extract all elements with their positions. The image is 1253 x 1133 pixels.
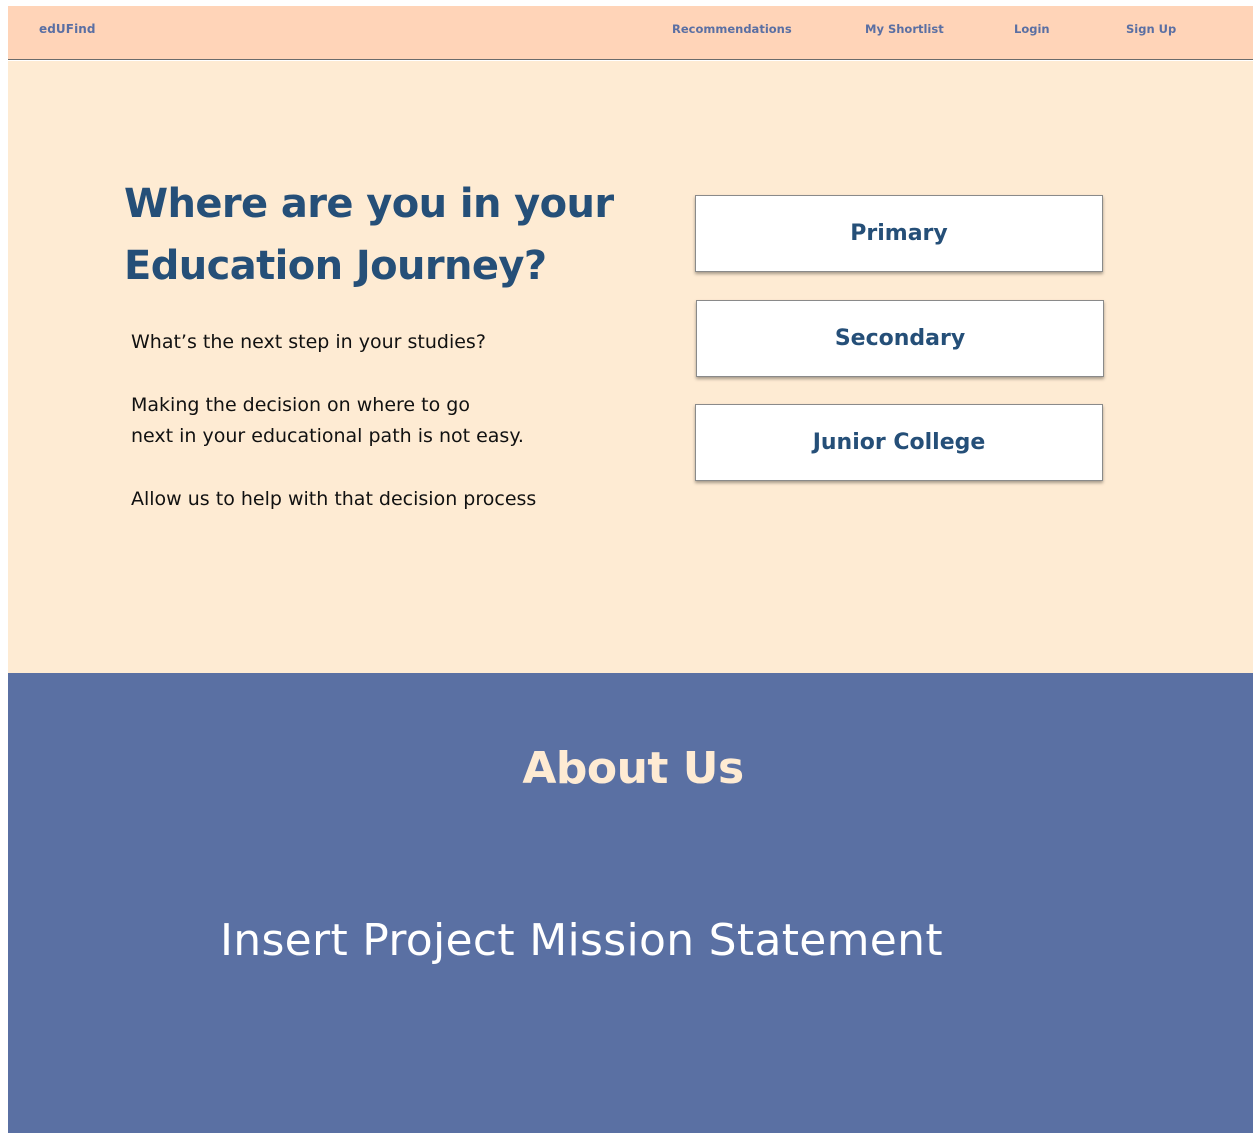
hero-title: Where are you in your Education Journey? [124, 173, 644, 297]
hero-text-line2: next in your educational path is not eas… [131, 425, 524, 447]
hero-section: Where are you in your Education Journey?… [8, 61, 1253, 673]
nav-login-link[interactable]: Login [1014, 22, 1050, 36]
nav-shortlist-link[interactable]: My Shortlist [865, 22, 944, 36]
hero-question: What’s the next step in your studies? [131, 331, 486, 353]
about-section: About Us Insert Project Mission Statemen… [8, 673, 1253, 1133]
mission-statement: Insert Project Mission Statement [220, 915, 943, 966]
about-title: About Us [522, 743, 744, 794]
page: edUFind Recommendations My Shortlist Log… [8, 6, 1253, 1133]
nav-recommendations-link[interactable]: Recommendations [672, 22, 792, 36]
hero-title-line2: Education Journey? [124, 243, 547, 289]
secondary-button[interactable]: Secondary [696, 300, 1104, 377]
primary-button[interactable]: Primary [695, 195, 1103, 272]
hero-title-line1: Where are you in your [124, 181, 614, 227]
hero-help-text: Allow us to help with that decision proc… [131, 488, 537, 510]
brand-logo[interactable]: edUFind [39, 22, 96, 36]
junior-college-button[interactable]: Junior College [695, 404, 1103, 481]
navbar: edUFind Recommendations My Shortlist Log… [8, 6, 1253, 60]
nav-signup-link[interactable]: Sign Up [1126, 22, 1176, 36]
hero-text-line1: Making the decision on where to go [131, 394, 470, 416]
